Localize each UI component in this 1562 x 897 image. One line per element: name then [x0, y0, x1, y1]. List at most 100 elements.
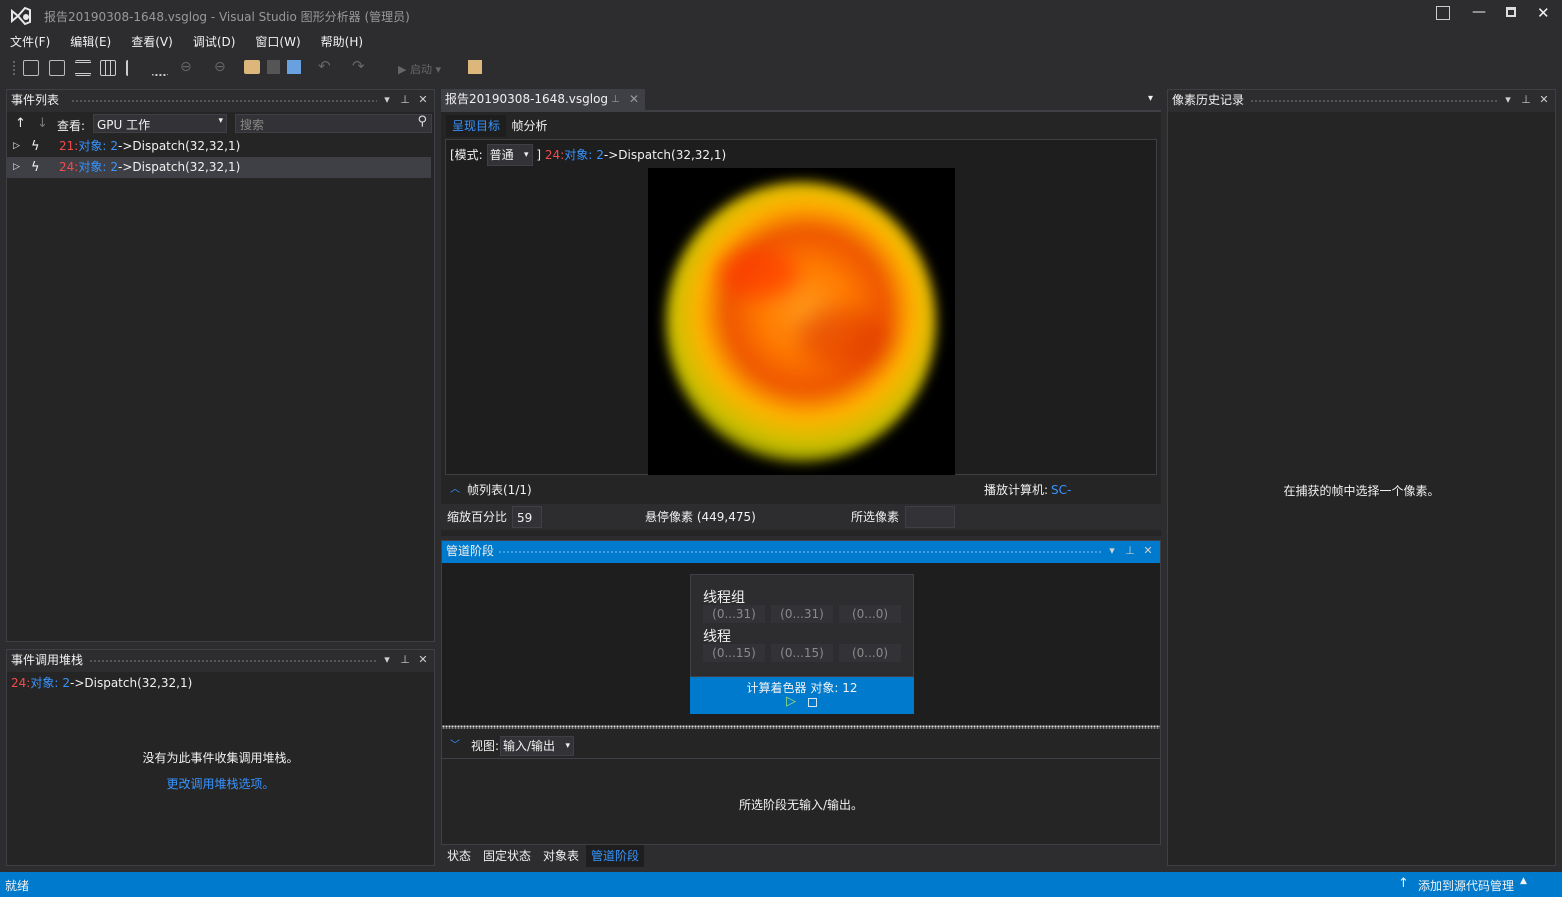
- graphics-tool-icon[interactable]: [23, 60, 39, 76]
- undo-icon[interactable]: ↶: [318, 57, 331, 75]
- dropdown-icon[interactable]: ▾: [1500, 90, 1516, 110]
- pin-icon[interactable]: ⊥: [1518, 90, 1534, 110]
- collapse-icon[interactable]: ︿: [450, 479, 460, 501]
- pipeline-icon[interactable]: [126, 60, 142, 76]
- dropdown-icon[interactable]: ▾: [379, 650, 395, 670]
- menu-file[interactable]: 文件(F): [0, 32, 60, 52]
- pixel-history-panel: 像素历史记录 ▾ ⊥ ✕ 在捕获的帧中选择一个像素。: [1167, 89, 1556, 866]
- document-tab[interactable]: 报告20190308-1648.vsglog ⊥ ✕: [441, 89, 645, 110]
- back-icon[interactable]: ⊖: [180, 59, 192, 75]
- list-icon[interactable]: [74, 60, 91, 76]
- expand-icon[interactable]: ▷: [13, 136, 20, 157]
- status-ready: 就绪: [5, 879, 30, 893]
- tab-frame-analysis[interactable]: 帧分析: [507, 115, 552, 137]
- stop-icon[interactable]: [808, 698, 817, 707]
- dropdown-icon[interactable]: ▾: [1104, 541, 1120, 561]
- close-tab-icon[interactable]: ✕: [629, 89, 639, 110]
- capture-icon[interactable]: [468, 60, 482, 74]
- render-target-area: 呈现目标 帧分析 [模式: 普通 ▾ ] 24:对象: 2->Dispatch(32…: [441, 112, 1161, 536]
- thread-group-y: (0...31): [771, 605, 833, 623]
- play-icon[interactable]: ▷: [786, 694, 796, 709]
- thread-x: (0...15): [703, 644, 765, 662]
- chevron-down-icon: ▾: [565, 741, 571, 751]
- dropdown-icon[interactable]: ▾: [379, 90, 395, 110]
- close-panel-icon[interactable]: ✕: [1536, 90, 1552, 110]
- upload-icon: ↑: [1398, 876, 1409, 891]
- render-target-image[interactable]: [648, 168, 955, 475]
- event-list-title: 事件列表: [11, 93, 60, 107]
- menu-edit[interactable]: 编辑(E): [60, 32, 121, 52]
- menu-debug[interactable]: 调试(D): [183, 32, 246, 52]
- search-input[interactable]: 搜索 ⚲: [235, 114, 432, 133]
- maximize-button[interactable]: [1506, 7, 1516, 17]
- event-list-header: 事件列表 ▾ ⊥ ✕: [7, 90, 434, 112]
- compute-shader-bar[interactable]: 计算着色器 对象: 12 ▷: [690, 677, 914, 714]
- redo-icon[interactable]: ↷: [352, 57, 365, 75]
- pin-icon[interactable]: ⊥: [1122, 541, 1138, 561]
- menu-view[interactable]: 查看(V): [121, 32, 183, 52]
- add-to-source-control[interactable]: 添加到源代码管理: [1418, 877, 1514, 894]
- start-button[interactable]: ▶ 启动 ▾: [398, 61, 441, 77]
- minimize-button[interactable]: —: [1472, 4, 1486, 20]
- pixel-history-title: 像素历史记录: [1172, 93, 1245, 107]
- table-icon[interactable]: [100, 60, 117, 76]
- event-list-panel: 事件列表 ▾ ⊥ ✕ ↑ ↓ 查看: GPU 工作 ▾ 搜索 ⚲ ▷ ϟ 21:…: [6, 89, 435, 642]
- change-call-stack-options-link[interactable]: 更改调用堆栈选项。: [7, 775, 434, 792]
- open-folder-icon[interactable]: [244, 60, 260, 74]
- frame-list-bar: ︿ 帧列表(1/1) 播放计算机: SC-201901221936: [441, 479, 1161, 519]
- zoom-input[interactable]: 59: [512, 506, 542, 528]
- compute-shader-stage[interactable]: 线程组 (0...31) (0...31) (0...0) 线程 (0...15…: [690, 574, 914, 677]
- event-call: ->Dispatch(32,32,1): [118, 160, 241, 174]
- tab-pipeline-stages[interactable]: 管道阶段: [586, 845, 645, 867]
- pixel-info-bar: 缩放百分比 59 悬停像素 (449,475) 所选像素: [441, 504, 1161, 530]
- close-panel-icon[interactable]: ✕: [1140, 541, 1156, 561]
- view-select[interactable]: GPU 工作 ▾: [93, 114, 227, 133]
- forward-icon[interactable]: ⊖: [214, 59, 226, 75]
- down-arrow-icon[interactable]: ↓: [37, 116, 48, 131]
- save-icon[interactable]: [267, 60, 280, 74]
- tab-render-target[interactable]: 呈现目标: [446, 115, 506, 137]
- thread-group-x: (0...31): [703, 605, 765, 623]
- pin-icon[interactable]: ⊥: [397, 90, 413, 110]
- stack-icon[interactable]: [152, 66, 169, 76]
- frame-icon[interactable]: [48, 60, 65, 76]
- collapse-icon[interactable]: ﹀: [450, 733, 460, 759]
- close-panel-icon[interactable]: ✕: [415, 650, 431, 670]
- menu-bar: 文件(F) 编辑(E) 查看(V) 调试(D) 窗口(W) 帮助(H): [0, 32, 1562, 54]
- save-all-icon[interactable]: [287, 60, 301, 74]
- chevron-up-icon[interactable]: ▲: [1520, 876, 1527, 886]
- feedback-icon[interactable]: [1436, 6, 1450, 20]
- event-object-id[interactable]: 2: [110, 139, 118, 153]
- event-object-id[interactable]: 2: [62, 676, 70, 690]
- call-stack-header: 事件调用堆栈 ▾ ⊥ ✕: [7, 650, 434, 672]
- event-object-id[interactable]: 2: [596, 148, 604, 162]
- event-number: 24:: [59, 160, 79, 174]
- event-row[interactable]: ▷ ϟ 21:对象: 2->Dispatch(32,32,1): [7, 136, 434, 157]
- io-view-select[interactable]: 输入/输出 ▾: [500, 736, 575, 756]
- event-object-id[interactable]: 2: [110, 160, 118, 174]
- tab-overflow-icon[interactable]: ▾: [1148, 93, 1153, 104]
- menu-help[interactable]: 帮助(H): [311, 32, 373, 52]
- splitter[interactable]: [442, 725, 1160, 729]
- mode-select-value: 普通: [489, 148, 514, 162]
- close-panel-icon[interactable]: ✕: [415, 90, 431, 110]
- mode-select[interactable]: 普通 ▾: [486, 144, 533, 166]
- frame-list-label[interactable]: 帧列表(1/1): [467, 479, 532, 501]
- up-arrow-icon[interactable]: ↑: [15, 116, 26, 131]
- pipeline-title: 管道阶段: [446, 544, 495, 558]
- expand-icon[interactable]: ▷: [13, 157, 20, 178]
- tab-object-table[interactable]: 对象表: [543, 845, 579, 867]
- close-button[interactable]: ✕: [1537, 4, 1550, 22]
- bottom-tab-bar: 状态 固定状态 对象表 管道阶段: [441, 845, 1161, 867]
- render-viewport: [模式: 普通 ▾ ] 24:对象: 2->Dispatch(32,32,1): [445, 139, 1157, 475]
- pin-icon[interactable]: ⊥: [611, 89, 620, 110]
- tab-state[interactable]: 状态: [447, 845, 471, 867]
- chevron-down-icon: ▾: [524, 150, 529, 160]
- menu-window[interactable]: 窗口(W): [245, 32, 310, 52]
- no-io-message: 所选阶段无输入/输出。: [738, 798, 864, 812]
- window-title: 报告20190308-1648.vsglog - Visual Studio 图…: [44, 10, 410, 24]
- tab-fixed-state[interactable]: 固定状态: [483, 845, 531, 867]
- dispatch-icon: ϟ: [31, 139, 40, 154]
- event-row-selected[interactable]: ▷ ϟ 24:对象: 2->Dispatch(32,32,1): [7, 157, 431, 178]
- pin-icon[interactable]: ⊥: [397, 650, 413, 670]
